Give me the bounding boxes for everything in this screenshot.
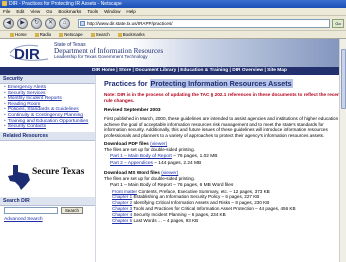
menu-view[interactable]: View (30, 9, 40, 14)
main-content: Practices for Protecting Information Res… (104, 79, 346, 223)
agency-name-block: State of Texas Department of Information… (54, 43, 163, 60)
update-note: Note: DIR is in the process of updating … (104, 92, 342, 103)
word-part1: Part 1 – Main Body of Report – 76 pages,… (110, 182, 234, 188)
logo-text: DIR (14, 46, 40, 63)
bookmark-radio[interactable]: Radio (34, 32, 51, 37)
url-field[interactable]: http://www.dir.state.tx.us/IRAPP/practic… (78, 19, 330, 28)
menu-go[interactable]: Go (46, 9, 52, 14)
dir-logo[interactable]: DIR (8, 42, 54, 64)
menu-edit[interactable]: Edit (16, 9, 24, 14)
bookmark-bookmarks[interactable]: Bookmarks (117, 32, 145, 37)
pdf-part1-link[interactable]: Part 1 – Main Body of Report (110, 154, 172, 159)
revised-date: Revised September 2003 (104, 108, 161, 113)
menu-tools[interactable]: Tools (87, 9, 98, 14)
search-row: Search (4, 207, 83, 214)
browser-window: DIR - Practices for Protecting IR Assets… (0, 0, 346, 262)
netscape-icon (2, 1, 7, 6)
search-button[interactable]: Search (61, 207, 83, 214)
back-icon[interactable]: ◀ (3, 18, 14, 29)
radio-bookmark-icon (34, 32, 39, 37)
top-navigation: DIR Home | Store | Document Library | Ed… (0, 67, 346, 75)
advanced-search-link[interactable]: Advanced Search (4, 217, 43, 222)
pdf-part2-info: – 144 pages, 2.24 MB (154, 160, 202, 166)
vertical-scrollbar[interactable] (339, 39, 346, 262)
web-page: DIR State of Texas Department of Informa… (0, 39, 346, 262)
security-heading: Security (0, 75, 95, 84)
intro-paragraph: First published in March, 2000, these gu… (104, 116, 344, 138)
reload-icon[interactable]: ↻ (31, 18, 42, 29)
page-title-prefix: Practices for (104, 79, 148, 88)
search-bookmark-icon (90, 32, 95, 37)
netscape-bookmark-icon (59, 32, 64, 37)
page-title-highlight: Protecting Information Resources Assets (149, 79, 293, 88)
search-heading: Search DIR (0, 197, 95, 206)
go-button[interactable]: Go (332, 19, 344, 28)
top-nav-links[interactable]: DIR Home | Store | Document Library | Ed… (92, 67, 287, 75)
chapter-link[interactable]: Chapter 4 (112, 212, 132, 217)
bookmark-home[interactable]: Home (10, 32, 27, 37)
related-resources-heading: Related Resources (0, 131, 95, 141)
page-title: Practices for Protecting Information Res… (104, 79, 346, 88)
menu-bar: File Edit View Go Bookmarks Tools Window… (0, 8, 346, 16)
search-input[interactable] (4, 207, 58, 214)
chapter-link[interactable]: Chapter 1 (112, 194, 132, 199)
sidebar-item-security-contacts[interactable]: • Security Contacts (4, 124, 92, 130)
url-text: http://www.dir.state.tx.us/IRAPP/practic… (87, 21, 173, 26)
pdf-part2-link[interactable]: Part 2 – Appendices (110, 161, 153, 166)
menu-file[interactable]: File (3, 9, 10, 14)
chapter-link[interactable]: Chapter 3 (112, 206, 132, 211)
navigation-toolbar: ◀ ▶ ↻ ✕ ⌂ http://www.dir.state.tx.us/IRA… (0, 16, 346, 31)
title-bar: DIR - Practices for Protecting IR Assets… (0, 0, 346, 8)
home-icon[interactable]: ⌂ (59, 18, 70, 29)
page-icon (80, 21, 85, 26)
menu-window[interactable]: Window (104, 9, 120, 14)
menu-help[interactable]: Help (126, 9, 135, 14)
bookmark-search[interactable]: Search (90, 32, 110, 37)
bookmark-netscape[interactable]: Netscape (59, 32, 83, 37)
secure-texas-logo[interactable]: Secure Texas (6, 163, 90, 193)
chapter-link[interactable]: Chapter 5 (112, 218, 132, 223)
home-bookmark-icon (10, 32, 14, 37)
security-links: • Emergency Alerts • Security Services • Mo… (0, 84, 95, 132)
chapter-5: Chapter 5 Last Words ... – 4 pages, 93 K… (112, 217, 199, 223)
folder-bookmark-icon (117, 32, 122, 37)
scrollbar-thumb[interactable] (341, 49, 346, 109)
sidebar: Security • Emergency Alerts • Security Ser… (0, 75, 96, 262)
forward-icon[interactable]: ▶ (17, 18, 28, 29)
agency-tagline: Leadership for Texas Government Technolo… (54, 54, 148, 60)
window-title: DIR - Practices for Protecting IR Assets… (9, 1, 122, 7)
pdf-part2: Part 2 – Appendices – 144 pages, 2.24 MB (104, 160, 346, 167)
secure-texas-text: Secure Texas (32, 167, 85, 177)
bookmarks-toolbar: Home Radio Netscape Search Bookmarks (0, 31, 346, 39)
chapter-link[interactable]: Chapter 2 (112, 200, 132, 205)
chapter-link[interactable]: Front matter (112, 189, 137, 194)
site-banner: DIR State of Texas Department of Informa… (0, 39, 346, 67)
pdf-part1-info: – 76 pages, 1.02 MB (173, 153, 218, 159)
stop-icon[interactable]: ✕ (45, 18, 56, 29)
texas-map-icon (8, 165, 30, 190)
menu-bookmarks[interactable]: Bookmarks (58, 9, 81, 14)
pdf-part1: Part 1 – Main Body of Report – 76 pages,… (104, 153, 346, 160)
